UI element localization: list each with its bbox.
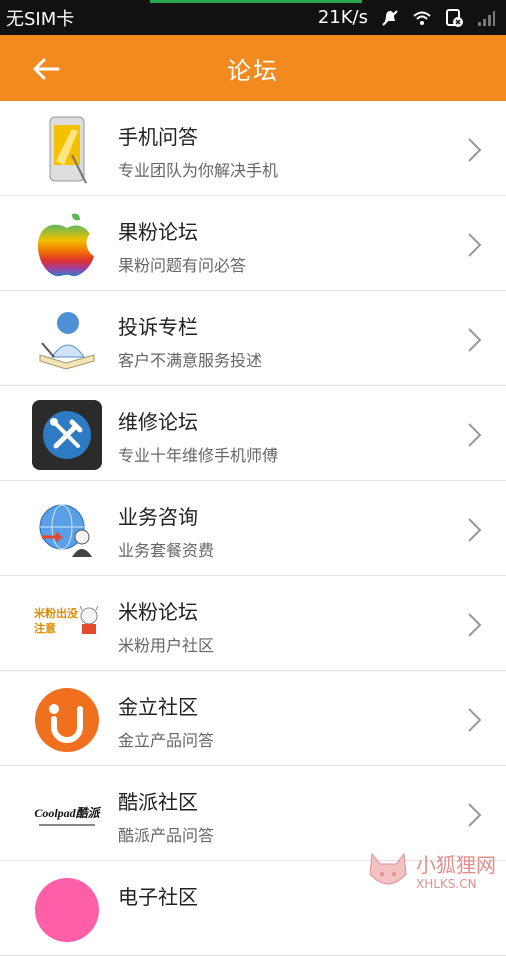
- carrier-label: 无SIM卡: [6, 5, 74, 31]
- coolpad-logo-text: Coolpad酷派: [34, 804, 99, 821]
- item-subtitle: 专业十年维修手机师傅: [118, 442, 278, 466]
- item-subtitle: 金立产品问答: [118, 727, 214, 751]
- item-title: 果粉论坛: [118, 216, 198, 245]
- item-subtitle: 专业团队为你解决手机: [118, 157, 278, 181]
- status-indicators: 21K/s: [318, 7, 496, 28]
- item-subtitle: 米粉用户社区: [118, 632, 214, 656]
- item-title: 电子社区: [118, 881, 198, 910]
- loading-progress-bar: [150, 0, 362, 3]
- watermark: 小狐狸网 XHLKS.CN: [366, 850, 496, 894]
- forum-list: 手机问答 专业团队为你解决手机 果粉论坛: [0, 101, 506, 956]
- chevron-right-icon: [466, 706, 484, 734]
- repair-tools-icon: [32, 400, 102, 470]
- page-title: 论坛: [227, 51, 279, 86]
- item-title: 金立社区: [118, 691, 198, 720]
- list-item[interactable]: 果粉论坛 果粉问题有问必答: [0, 196, 506, 291]
- person-book-icon: [32, 305, 102, 375]
- item-title: 投诉专栏: [118, 311, 198, 340]
- list-item[interactable]: 业务咨询 业务套餐资费: [0, 481, 506, 576]
- status-bar: 无SIM卡 21K/s: [0, 0, 506, 35]
- signal-icon: [476, 8, 496, 28]
- apple-logo-icon: [32, 210, 102, 280]
- chevron-right-icon: [466, 231, 484, 259]
- pink-circle-icon: [32, 875, 102, 945]
- app-header: 论坛: [0, 35, 506, 101]
- item-subtitle: 果粉问题有问必答: [118, 252, 246, 276]
- item-title: 米粉论坛: [118, 596, 198, 625]
- coolpad-logo-icon: Coolpad酷派: [32, 780, 102, 850]
- list-item[interactable]: 维修论坛 专业十年维修手机师傅: [0, 386, 506, 481]
- no-sim-icon: [444, 8, 464, 28]
- watermark-cn: 小狐狸网: [416, 853, 496, 877]
- list-item[interactable]: 米粉出没 注意 米粉论坛 米粉用户社区: [0, 576, 506, 671]
- list-item[interactable]: 投诉专栏 客户不满意服务投述: [0, 291, 506, 386]
- mute-icon: [380, 8, 400, 28]
- chevron-right-icon: [466, 136, 484, 164]
- item-title: 酷派社区: [118, 786, 198, 815]
- globe-user-icon: [32, 495, 102, 565]
- network-speed: 21K/s: [318, 7, 368, 28]
- chevron-right-icon: [466, 516, 484, 544]
- back-button[interactable]: [26, 49, 66, 89]
- list-item[interactable]: 金立社区 金立产品问答: [0, 671, 506, 766]
- divider: [39, 824, 95, 826]
- list-item[interactable]: 手机问答 专业团队为你解决手机: [0, 101, 506, 196]
- item-title: 业务咨询: [118, 501, 198, 530]
- chevron-right-icon: [466, 801, 484, 829]
- arrow-left-icon: [32, 57, 60, 81]
- item-title: 维修论坛: [118, 406, 198, 435]
- chevron-right-icon: [466, 421, 484, 449]
- item-subtitle: 客户不满意服务投述: [118, 347, 262, 371]
- item-subtitle: 酷派产品问答: [118, 822, 214, 846]
- watermark-en: XHLKS.CN: [416, 877, 496, 891]
- item-title: 手机问答: [118, 121, 198, 150]
- fox-logo-icon: [366, 850, 410, 894]
- item-subtitle: 业务套餐资费: [118, 537, 214, 561]
- wifi-icon: [412, 8, 432, 28]
- chevron-right-icon: [466, 611, 484, 639]
- phone-icon: [32, 115, 102, 185]
- mi-fan-text: 米粉出没 注意: [34, 606, 78, 636]
- gionee-logo-icon: [32, 685, 102, 755]
- list-item[interactable]: Coolpad酷派 酷派社区 酷派产品问答: [0, 766, 506, 861]
- chevron-right-icon: [466, 326, 484, 354]
- mi-fan-icon: 米粉出没 注意: [32, 590, 102, 660]
